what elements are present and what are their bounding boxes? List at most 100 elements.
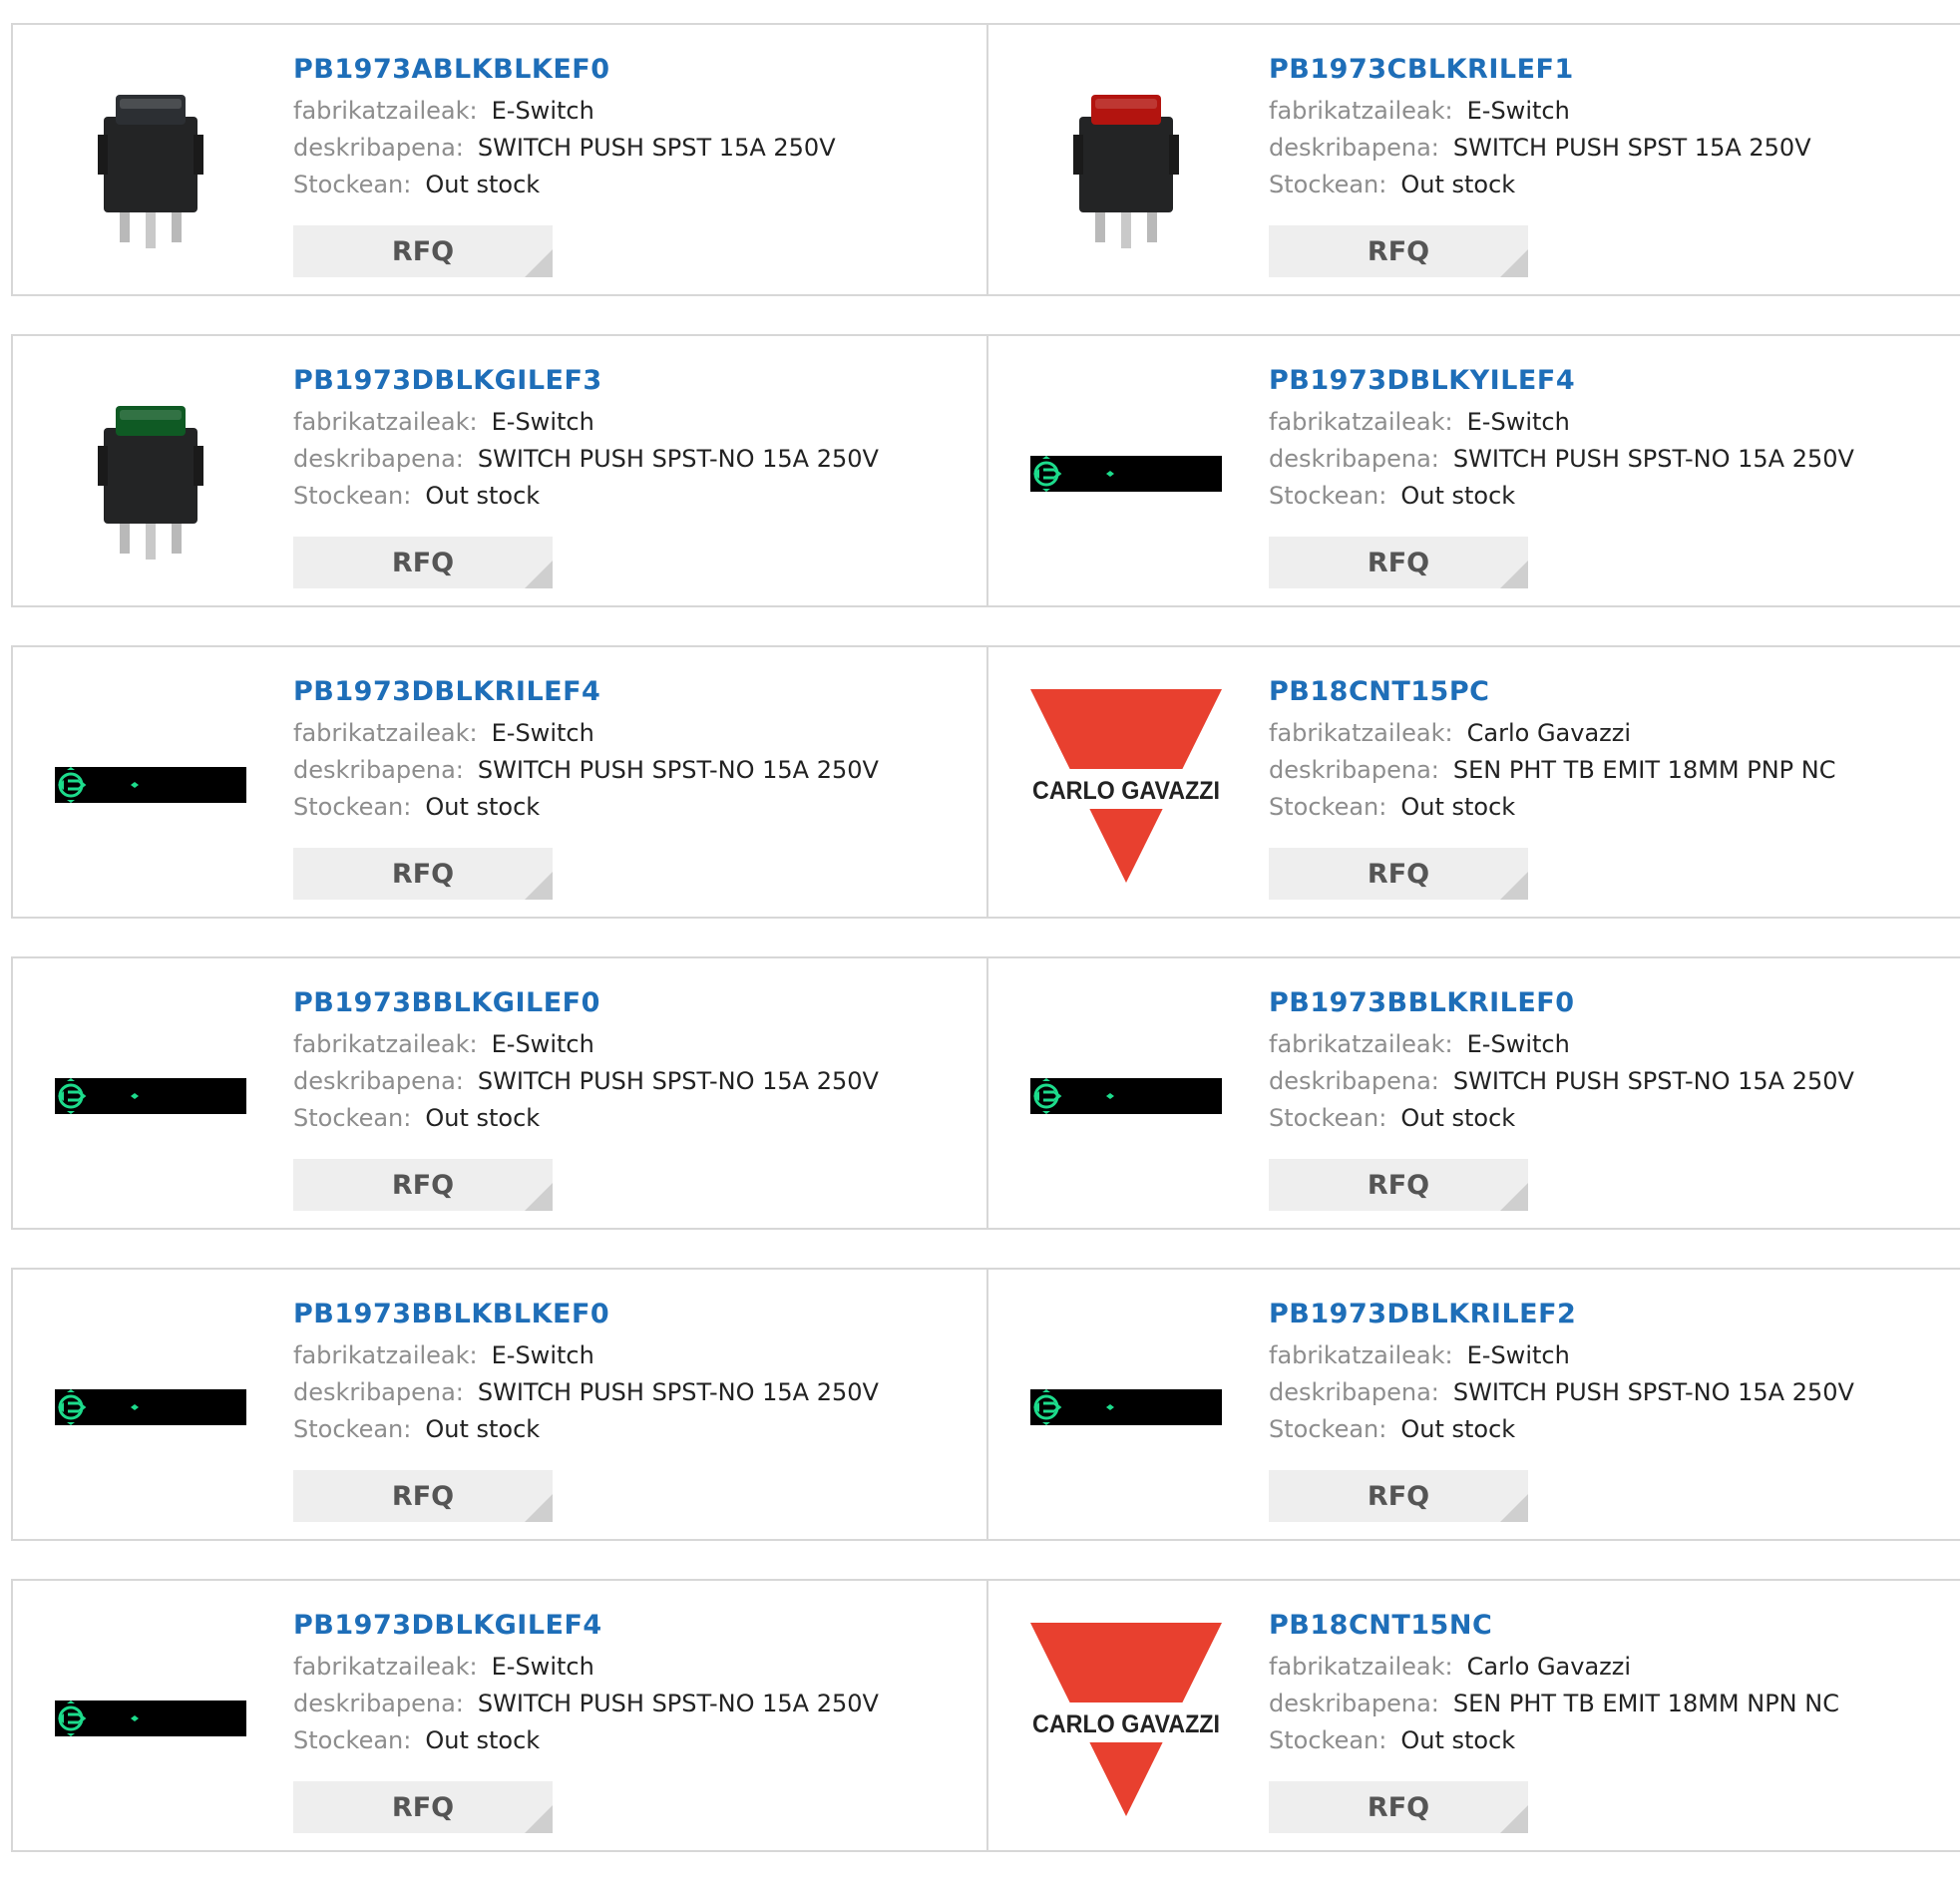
description-label: deskribapena: — [1269, 445, 1439, 473]
rfq-corner-decoration — [1500, 1805, 1528, 1833]
product-name-link[interactable]: PB1973CBLKRILEF1 — [1269, 53, 1811, 87]
product-card: PB1973DBLKGILEF3 fabrikatzaileak: E-Switc… — [13, 336, 986, 605]
product-name-link[interactable]: PB1973BBLKGILEF0 — [293, 986, 879, 1020]
product-name-link[interactable]: PB1973BBLKRILEF0 — [1269, 986, 1854, 1020]
product-info: PB1973ABLKBLKEF0 fabrikatzaileak: E-Switc… — [293, 53, 836, 203]
product-grid: PB1973ABLKBLKEF0 fabrikatzaileak: E-Switc… — [11, 23, 1960, 1890]
description-value: SWITCH PUSH SPST-NO 15A 250V — [1452, 1067, 1854, 1095]
product-name-link[interactable]: PB1973DBLKRILEF4 — [293, 675, 879, 709]
product-card: PB1973DBLKGILEF4 fabrikatzaileak: E-Switc… — [13, 1581, 986, 1850]
product-image[interactable]: CARLO GAVAZZI — [1028, 1621, 1224, 1816]
stock-label: Stockean: — [1269, 1415, 1387, 1443]
product-name-link[interactable]: PB18CNT15NC — [1269, 1609, 1839, 1643]
rfq-corner-decoration — [525, 561, 553, 588]
manufacturer-value: E-Switch — [491, 408, 594, 436]
product-card: PB1973BBLKRILEF0 fabrikatzaileak: E-Switc… — [986, 958, 1960, 1228]
product-image[interactable]: CARLO GAVAZZI — [1028, 687, 1224, 883]
manufacturer-label: fabrikatzaileak: — [1269, 1341, 1453, 1369]
manufacturer-line: fabrikatzaileak: Carlo Gavazzi — [1269, 715, 1836, 752]
rfq-button[interactable]: RFQ — [293, 1781, 553, 1833]
image-placeholder — [1030, 1389, 1222, 1425]
description-value: SWITCH PUSH SPST-NO 15A 250V — [1452, 1378, 1854, 1406]
manufacturer-label: fabrikatzaileak: — [1269, 97, 1453, 125]
product-image[interactable] — [53, 376, 248, 571]
description-line: deskribapena: SEN PHT TB EMIT 18MM PNP NC — [1269, 752, 1836, 789]
stock-line: Stockean: Out stock — [1269, 1100, 1854, 1137]
description-line: deskribapena: SWITCH PUSH SPST-NO 15A 250… — [1269, 1374, 1854, 1411]
product-image[interactable] — [1028, 376, 1224, 571]
product-info: PB1973CBLKRILEF1 fabrikatzaileak: E-Switc… — [1269, 53, 1811, 203]
stock-label: Stockean: — [293, 482, 412, 510]
product-image[interactable] — [53, 1621, 248, 1816]
product-card: PB1973CBLKRILEF1 fabrikatzaileak: E-Switc… — [986, 25, 1960, 294]
product-name-link[interactable]: PB18CNT15PC — [1269, 675, 1836, 709]
rfq-label: RFQ — [1367, 235, 1430, 267]
rfq-button[interactable]: RFQ — [293, 225, 553, 277]
description-line: deskribapena: SWITCH PUSH SPST-NO 15A 250… — [1269, 1063, 1854, 1100]
product-image[interactable] — [1028, 65, 1224, 260]
rfq-button[interactable]: RFQ — [1269, 537, 1528, 588]
manufacturer-label: fabrikatzaileak: — [1269, 1653, 1453, 1681]
rfq-button[interactable]: RFQ — [1269, 848, 1528, 900]
rfq-corner-decoration — [1500, 561, 1528, 588]
stock-value: Out stock — [425, 482, 541, 510]
product-row: PB1973DBLKRILEF4 fabrikatzaileak: E-Switc… — [11, 645, 1960, 919]
stock-label: Stockean: — [293, 1415, 412, 1443]
rfq-corner-decoration — [1500, 1494, 1528, 1522]
description-line: deskribapena: SWITCH PUSH SPST-NO 15A 250… — [293, 441, 879, 478]
manufacturer-line: fabrikatzaileak: E-Switch — [293, 1337, 879, 1374]
manufacturer-value: E-Switch — [1466, 97, 1570, 125]
product-name-link[interactable]: PB1973DBLKRILEF2 — [1269, 1298, 1854, 1331]
rfq-button[interactable]: RFQ — [293, 537, 553, 588]
push-switch-photo — [98, 95, 203, 248]
push-switch-photo — [1073, 95, 1179, 248]
rfq-button[interactable]: RFQ — [1269, 1781, 1528, 1833]
stock-label: Stockean: — [1269, 482, 1387, 510]
rfq-button[interactable]: RFQ — [293, 1159, 553, 1211]
manufacturer-label: fabrikatzaileak: — [293, 1030, 478, 1058]
description-line: deskribapena: SWITCH PUSH SPST-NO 15A 250… — [293, 1374, 879, 1411]
product-name-link[interactable]: PB1973ABLKBLKEF0 — [293, 53, 836, 87]
product-image[interactable] — [53, 687, 248, 883]
description-label: deskribapena: — [293, 756, 464, 784]
stock-label: Stockean: — [293, 1726, 412, 1754]
product-info: PB1973BBLKGILEF0 fabrikatzaileak: E-Switc… — [293, 986, 879, 1137]
product-image[interactable] — [53, 998, 248, 1194]
rfq-button[interactable]: RFQ — [293, 848, 553, 900]
rfq-label: RFQ — [391, 858, 455, 890]
rfq-button[interactable]: RFQ — [1269, 1470, 1528, 1522]
rfq-corner-decoration — [525, 249, 553, 277]
product-info: PB1973DBLKGILEF3 fabrikatzaileak: E-Switc… — [293, 364, 879, 515]
product-name-link[interactable]: PB1973BBLKBLKEF0 — [293, 1298, 879, 1331]
product-card: PB1973DBLKRILEF4 fabrikatzaileak: E-Switc… — [13, 647, 986, 917]
product-name-link[interactable]: PB1973DBLKGILEF3 — [293, 364, 879, 398]
rfq-button[interactable]: RFQ — [1269, 225, 1528, 277]
product-image[interactable] — [53, 65, 248, 260]
stock-value: Out stock — [425, 1415, 541, 1443]
product-card: PB1973DBLKRILEF2 fabrikatzaileak: E-Switc… — [986, 1270, 1960, 1539]
stock-line: Stockean: Out stock — [1269, 1722, 1839, 1759]
product-info: PB1973DBLKGILEF4 fabrikatzaileak: E-Switc… — [293, 1609, 879, 1759]
product-image[interactable] — [1028, 998, 1224, 1194]
manufacturer-value: Carlo Gavazzi — [1466, 1653, 1632, 1681]
stock-value: Out stock — [1400, 1726, 1516, 1754]
manufacturer-value: E-Switch — [1466, 1030, 1570, 1058]
product-name-link[interactable]: PB1973DBLKGILEF4 — [293, 1609, 879, 1643]
description-value: SWITCH PUSH SPST-NO 15A 250V — [1452, 445, 1854, 473]
stock-label: Stockean: — [1269, 1104, 1387, 1132]
product-name-link[interactable]: PB1973DBLKYILEF4 — [1269, 364, 1854, 398]
push-switch-photo — [98, 406, 203, 560]
rfq-button[interactable]: RFQ — [293, 1470, 553, 1522]
description-value: SWITCH PUSH SPST-NO 15A 250V — [477, 1378, 879, 1406]
carlo-gavazzi-logo: CARLO GAVAZZI — [1028, 689, 1224, 883]
rfq-corner-decoration — [525, 1805, 553, 1833]
product-info: PB1973DBLKRILEF2 fabrikatzaileak: E-Switc… — [1269, 1298, 1854, 1448]
product-image[interactable] — [1028, 1310, 1224, 1505]
rfq-button[interactable]: RFQ — [1269, 1159, 1528, 1211]
manufacturer-value: E-Switch — [1466, 408, 1570, 436]
product-info: PB18CNT15NC fabrikatzaileak: Carlo Gavazz… — [1269, 1609, 1839, 1759]
product-image[interactable] — [53, 1310, 248, 1505]
svg-text:CARLO GAVAZZI: CARLO GAVAZZI — [1032, 777, 1220, 805]
image-placeholder — [1030, 1078, 1222, 1114]
manufacturer-line: fabrikatzaileak: E-Switch — [1269, 1337, 1854, 1374]
